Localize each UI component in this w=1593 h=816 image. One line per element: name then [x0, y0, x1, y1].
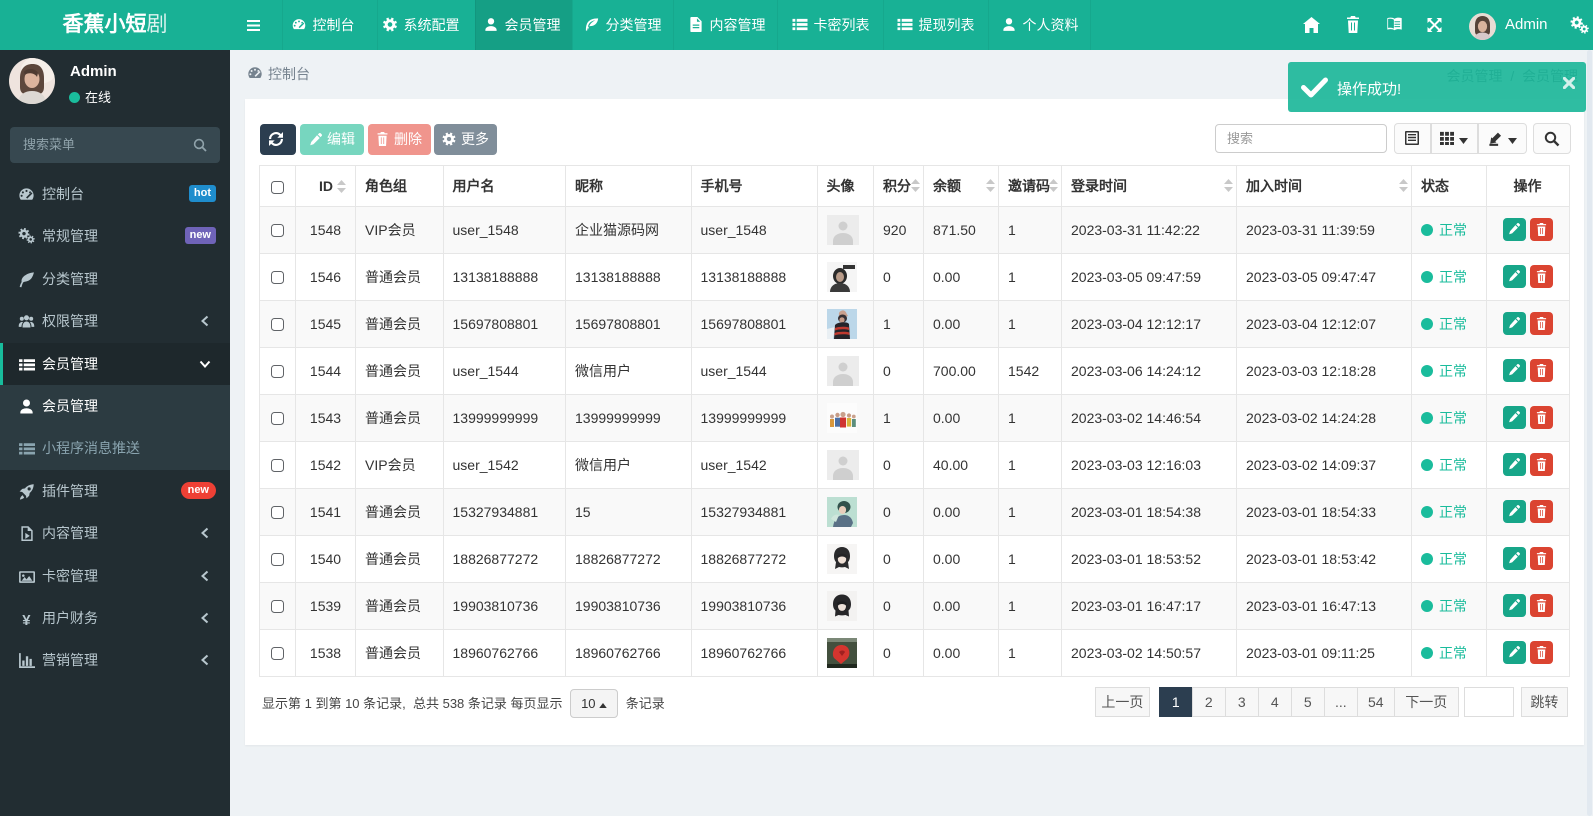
svg-text:¥: ¥: [22, 613, 31, 627]
